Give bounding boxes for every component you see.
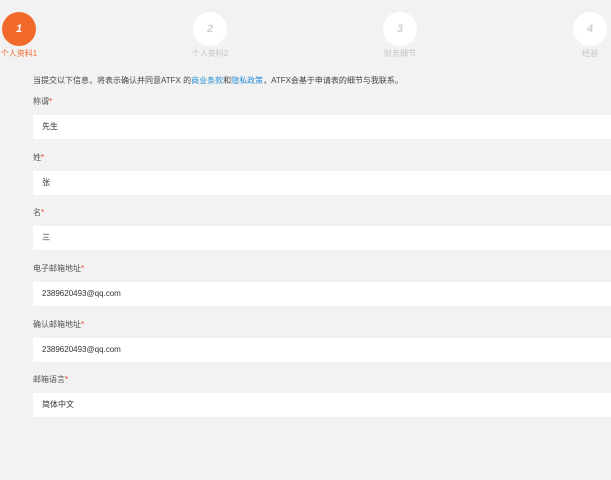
- step-label: 财务细节: [384, 49, 416, 58]
- required-mark: *: [65, 375, 69, 384]
- email-label: 电子邮箱地址*: [33, 263, 611, 275]
- title-label-text: 称谓: [33, 97, 49, 106]
- email-language-select[interactable]: 简体中文: [33, 393, 611, 417]
- confirm-email-field: 确认邮箱地址* 2389620493@qq.com: [33, 319, 611, 362]
- required-mark: *: [81, 264, 85, 273]
- terms-link[interactable]: 商业条款: [191, 76, 223, 85]
- given-name-input[interactable]: 三: [33, 226, 611, 250]
- given-name-label-text: 名: [33, 208, 41, 217]
- progress-stepper: 1 个人资料1 2 个人资料2 3 财务细节 4 经验: [0, 0, 611, 66]
- surname-input[interactable]: 张: [33, 171, 611, 195]
- email-language-label-text: 邮箱语言: [33, 375, 65, 384]
- consent-text: 当提交以下信息，将表示确认并同意ATFX 的商业条款和隐私政策，ATFX会基于申…: [33, 75, 611, 87]
- confirm-email-label-text: 确认邮箱地址: [33, 320, 81, 329]
- consent-text-before: 当提交以下信息，将表示确认并同意ATFX 的: [33, 76, 192, 85]
- step-number-circle: 4: [573, 12, 607, 46]
- consent-text-after: ，ATFX会基于申请表的细节与我联系。: [263, 76, 403, 85]
- required-mark: *: [41, 153, 45, 162]
- consent-text-middle: 和: [223, 76, 232, 85]
- step-label: 个人资料1: [0, 49, 38, 58]
- step-number-circle: 1: [2, 12, 36, 46]
- surname-field: 姓* 张: [33, 152, 611, 195]
- step-financial-details[interactable]: 3 财务细节: [380, 12, 420, 59]
- step-number-circle: 3: [383, 12, 417, 46]
- email-language-label: 邮箱语言*: [33, 374, 611, 386]
- step-personal-info-2[interactable]: 2 个人资料2: [188, 12, 232, 59]
- step-label: 个人资料2: [191, 49, 229, 58]
- required-mark: *: [41, 208, 45, 217]
- given-name-field: 名* 三: [33, 207, 611, 250]
- step-number-circle: 2: [193, 12, 227, 46]
- title-label: 称谓*: [33, 96, 611, 108]
- required-mark: *: [81, 320, 85, 329]
- step-label: 经验: [582, 49, 598, 58]
- email-input[interactable]: 2389620493@qq.com: [33, 282, 611, 306]
- given-name-label: 名*: [33, 207, 611, 219]
- title-field: 称谓* 先生: [33, 96, 611, 139]
- step-experience[interactable]: 4 经验: [572, 12, 608, 59]
- registration-page: 1 个人资料1 2 个人资料2 3 财务细节 4 经验 当提交以下信息，将表示确…: [0, 0, 611, 480]
- email-label-text: 电子邮箱地址: [33, 264, 81, 273]
- email-field: 电子邮箱地址* 2389620493@qq.com: [33, 263, 611, 306]
- title-select[interactable]: 先生: [33, 115, 611, 139]
- step-personal-info-1[interactable]: 1 个人资料1: [0, 12, 38, 59]
- surname-label-text: 姓: [33, 153, 41, 162]
- confirm-email-input[interactable]: 2389620493@qq.com: [33, 338, 611, 362]
- required-mark: *: [49, 97, 53, 106]
- privacy-policy-link[interactable]: 隐私政策: [231, 76, 263, 85]
- personal-info-form: 当提交以下信息，将表示确认并同意ATFX 的商业条款和隐私政策，ATFX会基于申…: [33, 75, 611, 417]
- surname-label: 姓*: [33, 152, 611, 164]
- email-language-field: 邮箱语言* 简体中文: [33, 374, 611, 417]
- confirm-email-label: 确认邮箱地址*: [33, 319, 611, 331]
